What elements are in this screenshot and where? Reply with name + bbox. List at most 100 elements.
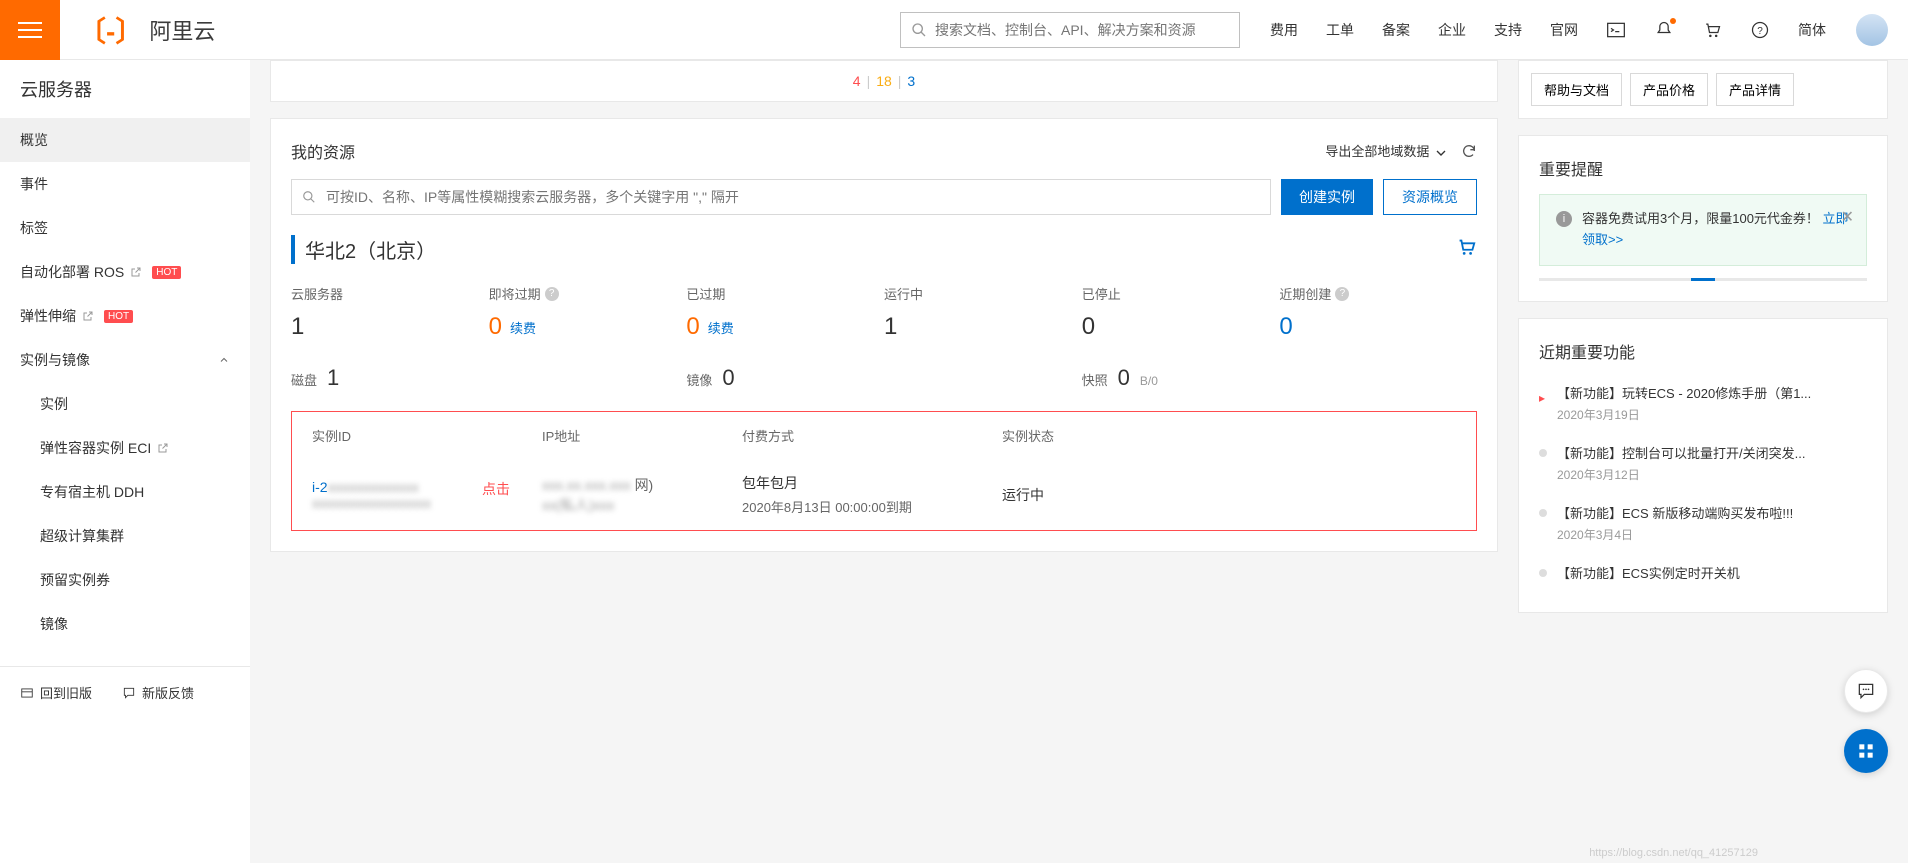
- stat-recent: 0: [1279, 313, 1477, 341]
- pay-type: 包年包月: [742, 473, 1002, 493]
- chat-fab[interactable]: [1844, 669, 1888, 713]
- help-icon[interactable]: ?: [545, 287, 559, 301]
- cart-icon[interactable]: [1702, 20, 1722, 40]
- instance-status: 运行中: [1002, 485, 1456, 505]
- renew-link[interactable]: 续费: [510, 318, 536, 337]
- col-header-status: 实例状态: [1002, 426, 1456, 445]
- hot-badge: HOT: [104, 310, 133, 323]
- top-header: 〔-〕 阿里云 费用 工单 备案 企业 支持 官网 ? 简体: [0, 0, 1908, 60]
- sidebar-sub-ddh[interactable]: 专有宿主机 DDH: [0, 470, 250, 514]
- sidebar-footer: 回到旧版 新版反馈: [0, 666, 250, 718]
- nav-ticket[interactable]: 工单: [1326, 20, 1354, 40]
- region-title: 华北2（北京）: [291, 235, 436, 264]
- global-search[interactable]: [900, 12, 1240, 48]
- watermark: https://blog.csdn.net/qq_41257129: [1589, 847, 1758, 859]
- click-hint: 点击: [482, 479, 510, 499]
- pay-expire: 2020年8月13日 00:00:00到期: [742, 497, 1002, 516]
- nav-enterprise[interactable]: 企业: [1438, 20, 1466, 40]
- sidebar-sub-scc[interactable]: 超级计算集群: [0, 514, 250, 558]
- stat-expiring: 0: [489, 313, 502, 341]
- nav-lang[interactable]: 简体: [1798, 20, 1826, 40]
- stat-images: 0: [722, 365, 734, 391]
- bullet-icon: [1539, 509, 1547, 517]
- card-title: 重要提醒: [1539, 156, 1867, 180]
- notification-icon[interactable]: [1654, 20, 1674, 40]
- hamburger-menu[interactable]: [0, 0, 60, 60]
- svg-text:?: ?: [1757, 26, 1763, 37]
- instance-id-link[interactable]: i-2xxxxxxxxxxxxx点击: [312, 479, 542, 495]
- export-link[interactable]: 导出全部地域数据: [1325, 141, 1449, 161]
- chevron-down-icon: [1433, 145, 1449, 161]
- sidebar-item-overview[interactable]: 概览: [0, 118, 250, 162]
- status-numbers: 4| 18| 3: [853, 73, 915, 89]
- nav-icp[interactable]: 备案: [1382, 20, 1410, 40]
- sidebar-item-ros[interactable]: 自动化部署 ROSHOT: [0, 250, 250, 294]
- search-icon: [911, 22, 927, 38]
- help-icon[interactable]: ?: [1335, 287, 1349, 301]
- bullet-icon: ▸: [1539, 389, 1547, 397]
- news-card: 近期重要功能 ▸ 【新功能】玩转ECS - 2020修炼手册（第1...2020…: [1518, 318, 1888, 613]
- resource-search-input[interactable]: [326, 189, 1260, 205]
- news-item[interactable]: 【新功能】控制台可以批量打开/关闭突发...2020年3月12日: [1539, 433, 1867, 493]
- alert-pager[interactable]: [1539, 278, 1867, 281]
- external-link-icon: [130, 266, 142, 278]
- avatar[interactable]: [1856, 14, 1888, 46]
- help-docs-button[interactable]: 帮助与文档: [1531, 73, 1622, 106]
- col-header-ip: IP地址: [542, 426, 742, 445]
- bullet-icon: [1539, 449, 1547, 457]
- resource-search[interactable]: [291, 179, 1271, 215]
- logo-icon: 〔-〕: [78, 10, 143, 50]
- news-item[interactable]: ▸ 【新功能】玩转ECS - 2020修炼手册（第1...2020年3月19日: [1539, 373, 1867, 433]
- pricing-button[interactable]: 产品价格: [1630, 73, 1708, 106]
- top-strip-card: 4| 18| 3: [270, 60, 1498, 102]
- info-icon: i: [1556, 211, 1572, 227]
- alert-box: i 容器免费试用3个月，限量100元代金券！ 立即领取>> ✕: [1539, 194, 1867, 266]
- top-buttons-card: 帮助与文档 产品价格 产品详情: [1518, 60, 1888, 119]
- sidebar: 云服务器 概览 事件 标签 自动化部署 ROSHOT 弹性伸缩HOT 实例与镜像…: [0, 60, 250, 863]
- sidebar-group-instance-image[interactable]: 实例与镜像: [0, 338, 250, 382]
- stat-servers: 1: [291, 313, 489, 341]
- nav-billing[interactable]: 费用: [1270, 20, 1298, 40]
- stat-expired: 0: [686, 313, 699, 341]
- create-instance-button[interactable]: 创建实例: [1281, 179, 1373, 215]
- sidebar-sub-eci[interactable]: 弹性容器实例 ECI: [0, 426, 250, 470]
- search-input[interactable]: [935, 22, 1229, 38]
- external-link-icon: [157, 442, 169, 454]
- sidebar-sub-instances[interactable]: 实例: [0, 382, 250, 426]
- help-icon[interactable]: ?: [1750, 20, 1770, 40]
- cart-icon[interactable]: [1455, 236, 1477, 264]
- resource-overview-button[interactable]: 资源概览: [1383, 179, 1477, 215]
- stats-grid: 云服务器1 即将过期?0续费 已过期0续费 运行中1 已停止0 近期创建?0: [291, 284, 1477, 341]
- stat-stopped: 0: [1082, 313, 1280, 341]
- col-header-id: 实例ID: [312, 426, 542, 445]
- bullet-icon: [1539, 569, 1547, 577]
- refresh-icon[interactable]: [1461, 143, 1477, 159]
- hot-badge: HOT: [152, 266, 181, 279]
- my-resources-card: 我的资源 导出全部地域数据 创建实例 资源概览 华北2（北京）: [270, 118, 1498, 552]
- back-old-version[interactable]: 回到旧版: [20, 683, 92, 702]
- nav-support[interactable]: 支持: [1494, 20, 1522, 40]
- alerts-card: 重要提醒 i 容器免费试用3个月，限量100元代金券！ 立即领取>> ✕: [1518, 135, 1888, 302]
- news-item[interactable]: 【新功能】ECS 新版移动端购买发布啦!!!2020年3月4日: [1539, 493, 1867, 553]
- nav-website[interactable]: 官网: [1550, 20, 1578, 40]
- sidebar-item-events[interactable]: 事件: [0, 162, 250, 206]
- news-item[interactable]: 【新功能】ECS实例定时开关机: [1539, 553, 1867, 592]
- card-title: 近期重要功能: [1539, 339, 1867, 363]
- close-icon[interactable]: ✕: [1841, 207, 1854, 227]
- sidebar-sub-images[interactable]: 镜像: [0, 602, 250, 646]
- col-header-pay: 付费方式: [742, 426, 1002, 445]
- apps-fab[interactable]: [1844, 729, 1888, 773]
- instance-table: 实例ID IP地址 付费方式 实例状态 i-2xxxxxxxxxxxxx点击 x…: [291, 411, 1477, 531]
- cloudshell-icon[interactable]: [1606, 20, 1626, 40]
- logo-text: 阿里云: [149, 14, 215, 46]
- card-title: 我的资源: [291, 139, 355, 163]
- sidebar-title: 云服务器: [0, 60, 250, 118]
- product-detail-button[interactable]: 产品详情: [1716, 73, 1794, 106]
- renew-link[interactable]: 续费: [708, 318, 734, 337]
- sidebar-sub-reserved[interactable]: 预留实例券: [0, 558, 250, 602]
- logo[interactable]: 〔-〕 阿里云: [78, 10, 215, 50]
- sidebar-item-tags[interactable]: 标签: [0, 206, 250, 250]
- layout-icon: [20, 686, 34, 700]
- sidebar-item-autoscaling[interactable]: 弹性伸缩HOT: [0, 294, 250, 338]
- feedback-button[interactable]: 新版反馈: [122, 683, 194, 702]
